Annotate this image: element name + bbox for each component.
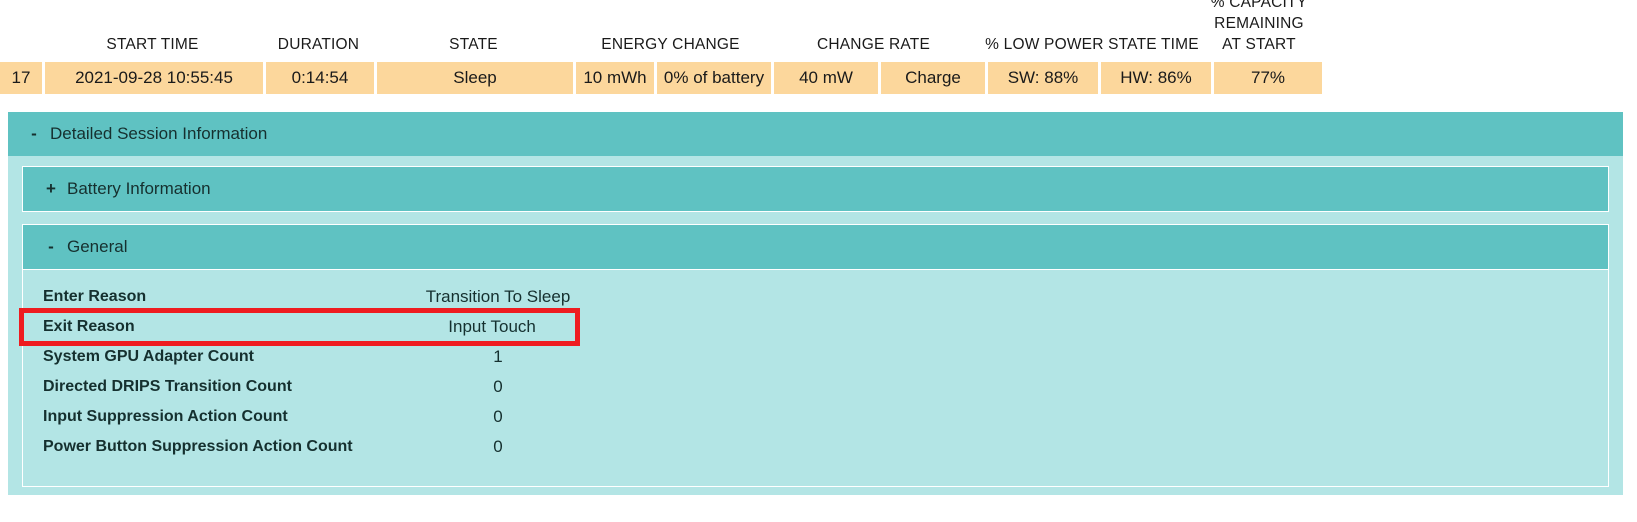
detailed-session-information-header[interactable]: - Detailed Session Information bbox=[8, 112, 1623, 156]
column-header-state[interactable]: STATE bbox=[374, 34, 573, 62]
battery-information-title: Battery Information bbox=[67, 179, 211, 198]
session-summary-table: START TIME DURATION STATE ENERGY CHANGE … bbox=[0, 0, 1398, 94]
expand-plus-icon[interactable]: + bbox=[43, 179, 59, 199]
column-header-energy-change[interactable]: ENERGY CHANGE bbox=[573, 34, 768, 62]
detail-label: Directed DRIPS Transition Count bbox=[43, 378, 292, 395]
detailed-session-information-title: Detailed Session Information bbox=[50, 124, 268, 143]
battery-information-section: + Battery Information bbox=[22, 166, 1609, 212]
summary-table-header-row: START TIME DURATION STATE ENERGY CHANGE … bbox=[0, 0, 1398, 62]
cell-energy-change-percent: 0% of battery bbox=[657, 62, 771, 94]
cell-capacity-remaining: 77% bbox=[1214, 62, 1322, 94]
detail-label: Input Suppression Action Count bbox=[43, 408, 288, 425]
capacity-header-line-3: AT START bbox=[1222, 36, 1296, 53]
summary-table-data-row[interactable]: 17 2021-09-28 10:55:45 0:14:54 Sleep 10 … bbox=[0, 62, 1398, 94]
capacity-header-line-2: REMAINING bbox=[1214, 15, 1304, 32]
detail-row: Enter Reason Transition To Sleep bbox=[23, 282, 1608, 312]
detail-value: Transition To Sleep bbox=[425, 287, 571, 306]
column-header-capacity-remaining[interactable]: % CAPACITY REMAINING AT START bbox=[1205, 0, 1313, 62]
general-header[interactable]: - General bbox=[22, 224, 1609, 270]
detail-row: System GPU Adapter Count 1 bbox=[23, 342, 1608, 372]
general-section: - General Enter Reason Transition To Sle… bbox=[19, 224, 1609, 487]
column-header-duration[interactable]: DURATION bbox=[263, 34, 374, 62]
general-section-body: Enter Reason Transition To Sleep Exit Re… bbox=[19, 270, 1609, 487]
detailed-session-information-body: + Battery Information - General Enter Re… bbox=[8, 156, 1623, 495]
column-header-low-power-state-time[interactable]: % LOW POWER STATE TIME bbox=[979, 34, 1205, 62]
collapse-minus-icon[interactable]: - bbox=[26, 124, 42, 144]
detail-label: Power Button Suppression Action Count bbox=[43, 438, 353, 455]
detail-value: 0 bbox=[493, 437, 503, 456]
detail-value: Input Touch bbox=[448, 317, 536, 336]
detail-row-highlighted: Exit Reason Input Touch bbox=[19, 308, 580, 346]
cell-duration: 0:14:54 bbox=[266, 62, 374, 94]
cell-change-rate-state: Charge bbox=[881, 62, 985, 94]
detailed-session-information-panel: - Detailed Session Information + Battery… bbox=[8, 112, 1623, 495]
cell-energy-change-value: 10 mWh bbox=[576, 62, 654, 94]
detail-value: 1 bbox=[493, 347, 503, 366]
detail-row: Input Suppression Action Count 0 bbox=[23, 402, 1608, 432]
cell-state: Sleep bbox=[377, 62, 573, 94]
cell-low-power-hw: HW: 86% bbox=[1101, 62, 1211, 94]
detail-label: System GPU Adapter Count bbox=[43, 348, 254, 365]
cell-low-power-sw: SW: 88% bbox=[988, 62, 1098, 94]
detail-row: Power Button Suppression Action Count 0 bbox=[23, 432, 1608, 462]
column-header-index bbox=[0, 55, 42, 62]
battery-information-header[interactable]: + Battery Information bbox=[22, 166, 1609, 212]
detail-value: 0 bbox=[493, 407, 503, 426]
cell-change-rate-value: 40 mW bbox=[774, 62, 878, 94]
detail-value: 0 bbox=[493, 377, 503, 396]
cell-row-index: 17 bbox=[0, 62, 42, 94]
general-title: General bbox=[67, 237, 128, 256]
detail-label: Enter Reason bbox=[43, 288, 147, 305]
cell-start-time: 2021-09-28 10:55:45 bbox=[45, 62, 263, 94]
collapse-minus-icon[interactable]: - bbox=[43, 237, 59, 257]
detail-row: Directed DRIPS Transition Count 0 bbox=[23, 372, 1608, 402]
capacity-header-line-1: % CAPACITY bbox=[1210, 0, 1308, 11]
column-header-change-rate[interactable]: CHANGE RATE bbox=[768, 34, 979, 62]
detail-label: Exit Reason bbox=[43, 318, 135, 335]
column-header-start-time[interactable]: START TIME bbox=[42, 34, 263, 62]
